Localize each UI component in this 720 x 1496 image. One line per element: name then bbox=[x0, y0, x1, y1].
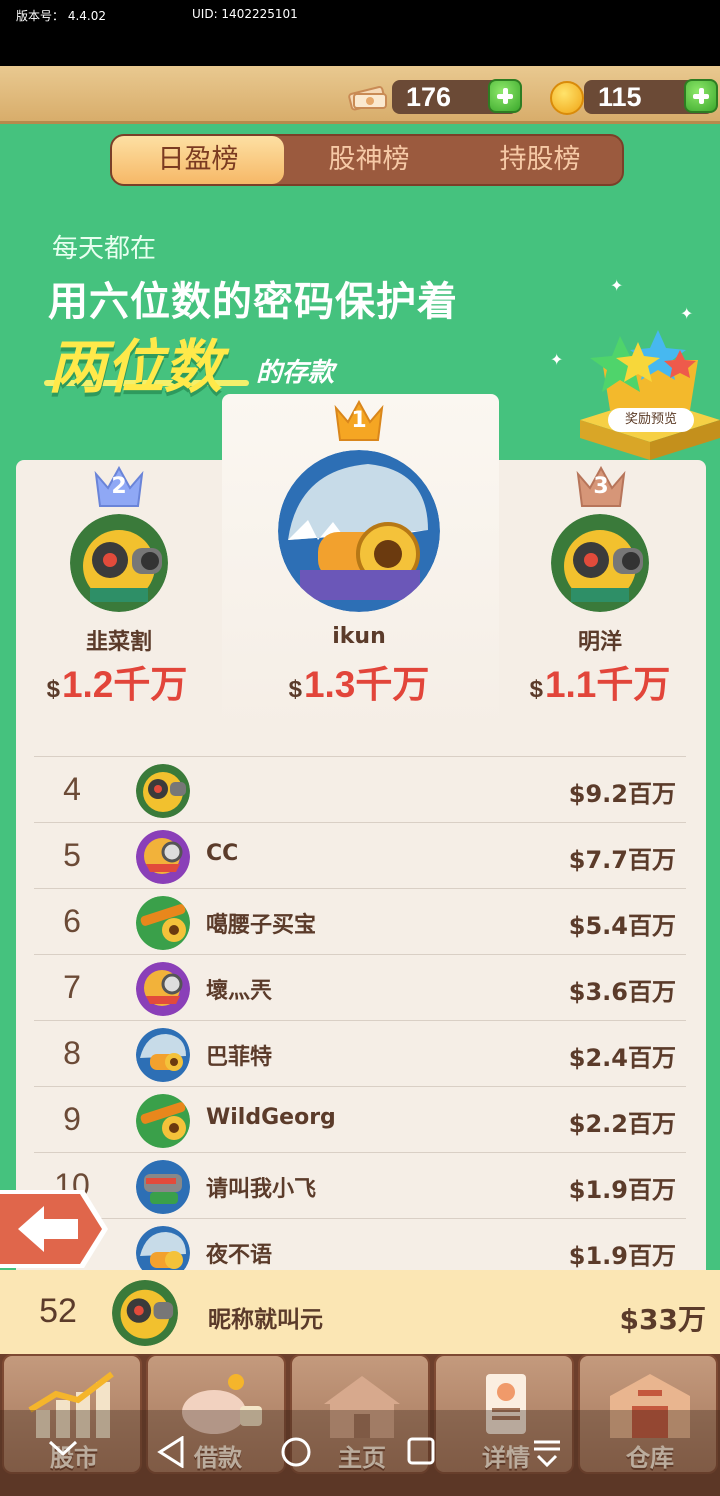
podium-name-2: 韭菜割 bbox=[85, 630, 152, 655]
chevron-down-icon[interactable] bbox=[46, 1436, 80, 1460]
reward-box-icon[interactable] bbox=[580, 320, 720, 460]
podium-amount-1: $1.3千万 bbox=[249, 654, 469, 708]
row-name: WildGeorg bbox=[206, 1105, 336, 1130]
back-button[interactable] bbox=[0, 1190, 110, 1268]
row-amount: $3.6百万 bbox=[568, 978, 676, 1006]
my-name: 昵称就叫元 bbox=[208, 1307, 323, 1333]
table-row[interactable]: 7 壞灬兲 $3.6百万 bbox=[34, 954, 686, 1020]
row-name: 巴菲特 bbox=[206, 1045, 273, 1070]
row-amount: $2.4百万 bbox=[568, 1044, 676, 1072]
row-amount: $9.2百万 bbox=[568, 780, 676, 808]
podium-amount-3: $1.1千万 bbox=[490, 654, 710, 708]
add-cash-button[interactable] bbox=[488, 79, 522, 113]
avatar bbox=[112, 1280, 178, 1346]
row-name: 请叫我小飞 bbox=[206, 1177, 317, 1202]
currency-symbol: $ bbox=[529, 676, 543, 703]
avatar bbox=[136, 764, 190, 818]
leaderboard-area: 日盈榜 股神榜 持股榜 每天都在 用六位数的密码保护着 两位数 的存款 ✦ ✦ … bbox=[0, 124, 720, 1272]
row-rank: 7 bbox=[63, 969, 81, 1005]
tab-holdings[interactable]: 持股榜 bbox=[454, 136, 626, 184]
podium-rank-2: 2 bbox=[111, 474, 127, 499]
row-rank: 6 bbox=[63, 903, 81, 939]
avatar bbox=[136, 1226, 190, 1272]
my-rank: 52 bbox=[39, 1292, 77, 1330]
avatar bbox=[136, 830, 190, 884]
podium-rank-3: 3 bbox=[593, 474, 609, 499]
table-row[interactable]: 6 噶腰子买宝 $5.4百万 bbox=[34, 888, 686, 954]
podium-amount-2: $1.2千万 bbox=[7, 654, 227, 708]
home-circle-icon[interactable] bbox=[280, 1436, 312, 1468]
table-row[interactable]: 5 CC $7.7百万 bbox=[34, 822, 686, 888]
cash-value: 176 bbox=[406, 82, 452, 112]
tab-stock-god[interactable]: 股神榜 bbox=[283, 136, 455, 184]
currency-symbol: $ bbox=[46, 676, 60, 703]
row-name: 夜不语 bbox=[206, 1243, 273, 1268]
avatar bbox=[278, 450, 440, 612]
add-coin-button[interactable] bbox=[684, 79, 718, 113]
podium-name-3: 明洋 bbox=[577, 630, 622, 655]
leaderboard-tabs: 日盈榜 股神榜 持股榜 bbox=[110, 134, 624, 186]
my-rank-bar[interactable]: 52 昵称就叫元 $33万 bbox=[0, 1270, 720, 1354]
cash-display: 176 bbox=[392, 79, 522, 114]
podium-rank-1: 1 bbox=[351, 408, 367, 433]
coin-icon bbox=[550, 81, 584, 115]
uid-label: UID: 1402225101 bbox=[192, 7, 298, 21]
amount-value: 1.2千万 bbox=[61, 664, 188, 705]
row-amount: $7.7百万 bbox=[568, 846, 676, 874]
row-amount: $1.9百万 bbox=[568, 1242, 676, 1270]
avatar bbox=[136, 1028, 190, 1082]
avatar bbox=[551, 514, 649, 612]
podium-name-1: ikun bbox=[332, 624, 386, 649]
row-amount: $5.4百万 bbox=[568, 912, 676, 940]
amount-value: 1.1千万 bbox=[544, 664, 671, 705]
row-name: 噶腰子买宝 bbox=[206, 913, 317, 938]
row-rank: 8 bbox=[63, 1035, 81, 1071]
version-label: 版本号： 4.4.02 bbox=[16, 9, 106, 23]
reward-preview-button[interactable]: 奖励预览 bbox=[608, 408, 694, 432]
status-bar: 版本号： 4.4.02 UID: 1402225101 bbox=[0, 0, 720, 66]
sparkle-icon: ✦ bbox=[610, 276, 624, 295]
avatar bbox=[136, 896, 190, 950]
coin-display: 115 bbox=[584, 79, 718, 114]
row-name: CC bbox=[206, 841, 239, 866]
slogan-suffix: 的存款 bbox=[256, 358, 335, 388]
table-row[interactable]: 11 夜不语 $1.9百万 bbox=[34, 1218, 686, 1272]
row-rank: 4 bbox=[63, 771, 81, 807]
cash-icon bbox=[348, 86, 387, 111]
my-amount: $33万 bbox=[619, 1303, 706, 1336]
coin-value: 115 bbox=[598, 82, 642, 112]
avatar bbox=[70, 514, 168, 612]
avatar bbox=[136, 962, 190, 1016]
system-nav-bar bbox=[0, 1410, 720, 1496]
slogan-line2: 用六位数的密码保护着 bbox=[48, 279, 458, 325]
row-rank: 9 bbox=[63, 1101, 81, 1137]
table-row[interactable]: 8 巴菲特 $2.4百万 bbox=[34, 1020, 686, 1086]
resource-bar: 176 115 bbox=[0, 66, 720, 124]
row-amount: $1.9百万 bbox=[568, 1176, 676, 1204]
download-icon[interactable] bbox=[530, 1436, 564, 1470]
row-rank: 5 bbox=[63, 837, 81, 873]
avatar bbox=[136, 1160, 190, 1214]
tab-daily-profit[interactable]: 日盈榜 bbox=[112, 136, 284, 184]
row-name: 壞灬兲 bbox=[206, 979, 273, 1004]
table-row[interactable]: 4 $9.2百万 bbox=[34, 756, 686, 822]
back-triangle-icon[interactable] bbox=[156, 1436, 186, 1468]
table-row[interactable]: 10 请叫我小飞 $1.9百万 bbox=[34, 1152, 686, 1218]
avatar bbox=[136, 1094, 190, 1148]
sparkle-icon: ✦ bbox=[550, 350, 564, 369]
slogan-highlight: 两位数 bbox=[48, 333, 223, 401]
table-row[interactable]: 9 WildGeorg $2.2百万 bbox=[34, 1086, 686, 1152]
row-amount: $2.2百万 bbox=[568, 1110, 676, 1138]
slogan-line1: 每天都在 bbox=[52, 234, 157, 264]
recents-square-icon[interactable] bbox=[406, 1436, 436, 1466]
currency-symbol: $ bbox=[288, 676, 302, 703]
amount-value: 1.3千万 bbox=[303, 664, 430, 705]
